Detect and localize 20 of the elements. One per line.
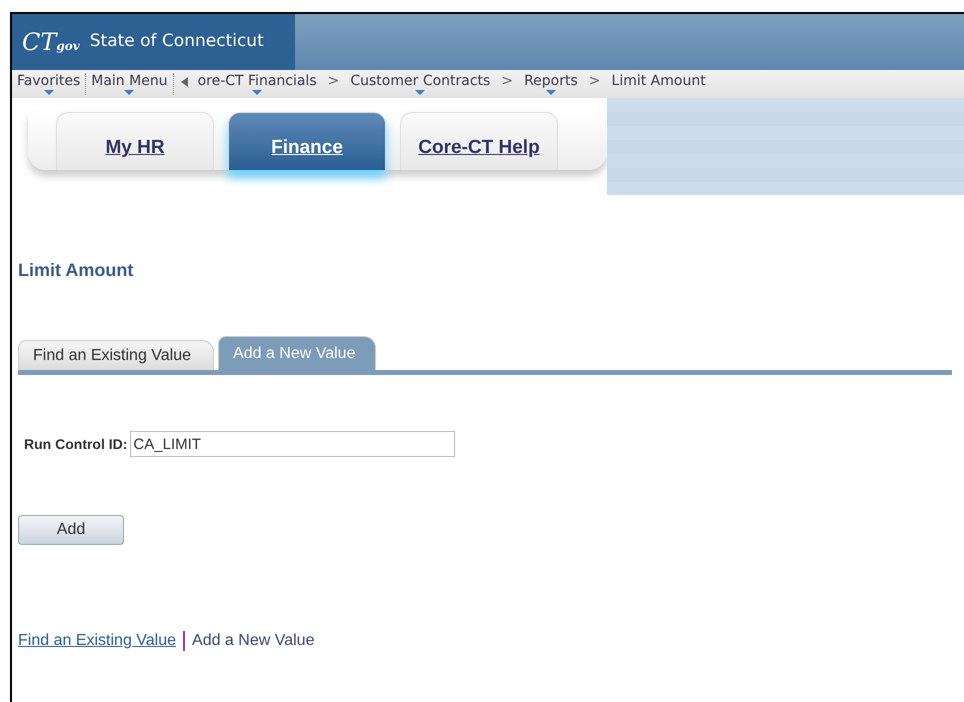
breadcrumb-item[interactable]: Customer Contracts — [350, 72, 490, 90]
portal-tab[interactable]: Finance — [228, 112, 386, 170]
page-tab[interactable]: Find an Existing Value — [18, 340, 214, 370]
breadcrumb-item[interactable]: Limit Amount — [612, 72, 706, 90]
run-control-id-field[interactable]: CA_LIMIT — [130, 431, 456, 457]
portal-tab[interactable]: Core-CT Help — [400, 112, 558, 170]
field-label: Run Control ID: — [24, 434, 128, 454]
breadcrumb-item[interactable]: Main Menu — [91, 72, 168, 90]
portal-tab[interactable]: My HR — [56, 112, 214, 170]
page-title: Limit Amount — [18, 259, 134, 282]
footer-link[interactable]: Find an Existing Value — [18, 629, 176, 653]
breadcrumb-item[interactable]: ore-CT Financials — [198, 72, 317, 90]
breadcrumb-separator: > — [326, 72, 340, 90]
site-title: State of Connecticut — [90, 30, 264, 54]
breadcrumb-item[interactable]: Reports — [524, 72, 578, 90]
footer-link[interactable]: Add a New Value — [192, 629, 314, 653]
breadcrumb-separator: > — [500, 72, 514, 90]
add-button[interactable]: Add — [18, 515, 124, 545]
breadcrumb-separator: > — [588, 72, 602, 90]
breadcrumb-item[interactable]: Favorites — [17, 72, 80, 90]
